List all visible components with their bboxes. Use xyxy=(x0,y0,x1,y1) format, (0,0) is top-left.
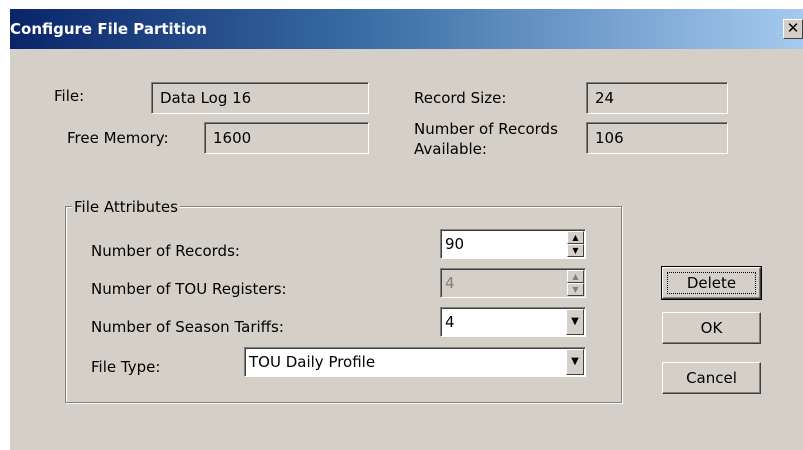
cancel-button[interactable]: Cancel xyxy=(662,362,761,394)
spin-down-arrow-icon[interactable]: ▼ xyxy=(567,244,584,257)
delete-button-label: Delete xyxy=(667,272,756,294)
spin-up-arrow-icon[interactable]: ▲ xyxy=(567,231,584,244)
file-type-label: File Type: xyxy=(91,358,161,376)
close-icon: ✕ xyxy=(786,19,800,37)
free-memory-field: 1600 xyxy=(204,122,369,154)
file-attributes-group-label: File Attributes xyxy=(72,198,180,216)
file-type-value: TOU Daily Profile xyxy=(249,353,376,371)
file-value: Data Log 16 xyxy=(160,89,252,107)
number-of-tou-registers-value: 4 xyxy=(445,274,455,292)
number-of-season-tariffs-select[interactable]: 4 ▼ xyxy=(440,307,586,337)
number-of-tou-registers-spinner: 4 ▲ ▼ xyxy=(440,268,586,298)
file-type-select[interactable]: TOU Daily Profile ▼ xyxy=(244,347,586,377)
delete-button[interactable]: Delete xyxy=(661,266,762,300)
records-available-value: 106 xyxy=(595,129,624,147)
record-size-label: Record Size: xyxy=(414,89,507,107)
spin-up-arrow-icon: ▲ xyxy=(567,270,584,283)
records-available-label-line2: Available: xyxy=(414,140,487,158)
free-memory-label: Free Memory: xyxy=(67,129,169,147)
records-available-field: 106 xyxy=(586,122,728,154)
configure-file-partition-dialog: Configure File Partition ✕ File: Data Lo… xyxy=(10,9,803,450)
spin-down-arrow-icon: ▼ xyxy=(567,283,584,296)
records-available-label-line1: Number of Records xyxy=(414,120,558,138)
chevron-down-icon[interactable]: ▼ xyxy=(566,349,584,375)
ok-button[interactable]: OK xyxy=(662,312,761,344)
number-of-records-label: Number of Records: xyxy=(91,242,240,260)
chevron-down-icon[interactable]: ▼ xyxy=(566,309,584,335)
number-of-records-spinner[interactable]: 90 ▲ ▼ xyxy=(440,229,586,259)
number-of-season-tariffs-label: Number of Season Tariffs: xyxy=(91,318,284,336)
free-memory-value: 1600 xyxy=(213,129,252,147)
window-title: Configure File Partition xyxy=(10,20,207,38)
record-size-value: 24 xyxy=(595,89,615,107)
close-button[interactable]: ✕ xyxy=(783,19,803,39)
title-bar[interactable]: Configure File Partition ✕ xyxy=(10,9,803,49)
number-of-tou-registers-label: Number of TOU Registers: xyxy=(91,280,287,298)
file-label: File: xyxy=(54,87,85,105)
number-of-season-tariffs-value: 4 xyxy=(445,313,455,331)
file-value-field: Data Log 16 xyxy=(151,82,369,114)
record-size-field: 24 xyxy=(586,82,728,114)
number-of-records-value: 90 xyxy=(445,235,465,253)
